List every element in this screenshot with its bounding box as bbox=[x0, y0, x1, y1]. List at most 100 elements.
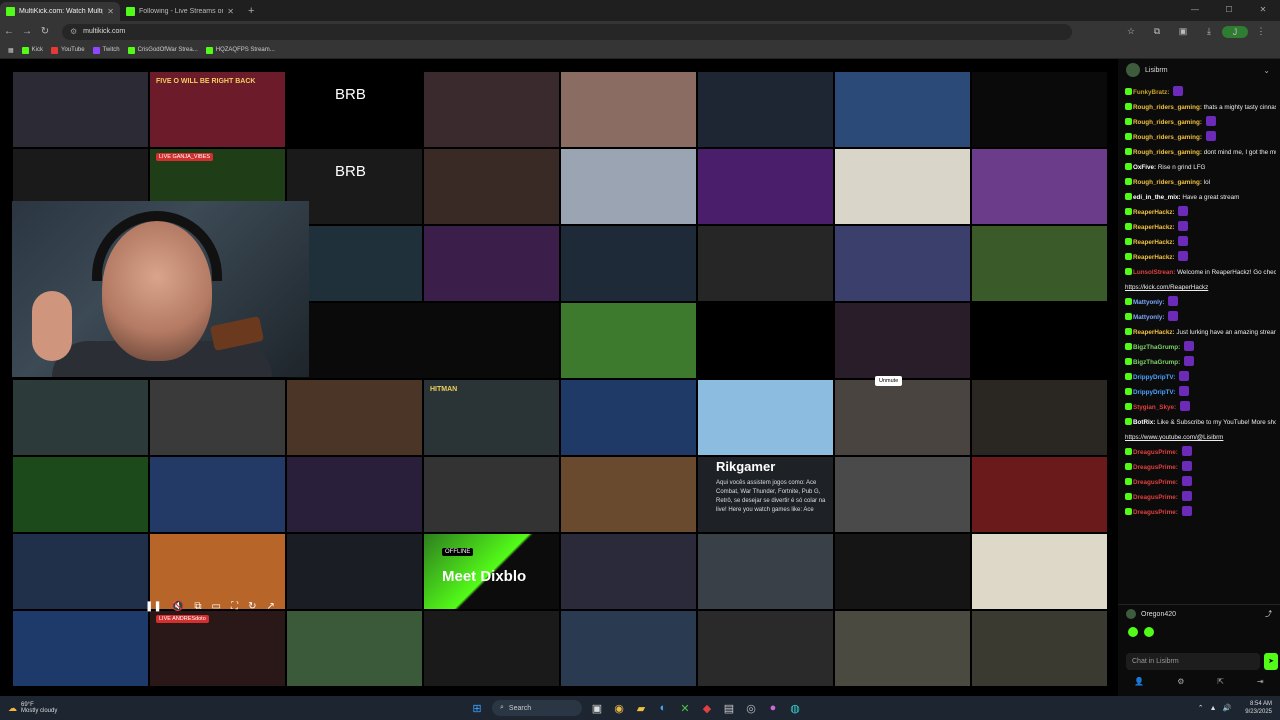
reload-stream-icon[interactable]: ↻ bbox=[248, 601, 256, 612]
chat-username[interactable]: Mattyonly: bbox=[1133, 299, 1166, 306]
stream-tile[interactable] bbox=[560, 71, 697, 148]
start-icon[interactable]: ⊞ bbox=[466, 702, 488, 715]
stream-tile[interactable] bbox=[286, 610, 423, 687]
bookmark-crisgodofwar[interactable]: CrisGodOfWar Strea... bbox=[127, 46, 198, 54]
chat-username[interactable]: DreagusPrime: bbox=[1133, 464, 1180, 471]
stream-tile[interactable] bbox=[149, 456, 286, 533]
stream-tile[interactable]: FIVE O WILL BE RIGHT BACK bbox=[149, 71, 286, 148]
chat-username[interactable]: DreagusPrime: bbox=[1133, 494, 1180, 501]
stream-tile[interactable] bbox=[834, 533, 971, 610]
stream-tile[interactable] bbox=[834, 148, 971, 225]
chat-username[interactable]: BotRix: bbox=[1133, 419, 1157, 426]
chat-username[interactable]: Mattyonly: bbox=[1133, 314, 1166, 321]
chat-input[interactable]: Chat in Lisibrm bbox=[1126, 653, 1260, 670]
stream-tile[interactable] bbox=[560, 302, 697, 379]
chat-username[interactable]: DrippyDripTV: bbox=[1133, 374, 1177, 381]
chat-header[interactable]: Lisibrm ⌄ bbox=[1118, 59, 1280, 81]
chat-link[interactable]: https://www.youtube.com/@Lisibrm bbox=[1125, 434, 1223, 441]
stream-tile[interactable] bbox=[560, 533, 697, 610]
chat-username[interactable]: DreagusPrime: bbox=[1133, 509, 1180, 516]
pinned-user[interactable]: Oregon420 ⤴ bbox=[1118, 605, 1280, 623]
stream-tile[interactable] bbox=[971, 302, 1108, 379]
taskbar-search[interactable]: ⌕ Search bbox=[492, 700, 582, 716]
stream-tile[interactable] bbox=[697, 148, 834, 225]
stream-tile[interactable] bbox=[149, 379, 286, 456]
more-icon[interactable]: ⤴ bbox=[1265, 609, 1272, 619]
chat-username[interactable]: DreagusPrime: bbox=[1133, 449, 1180, 456]
chat-username[interactable]: ReaperHackz: bbox=[1133, 329, 1176, 336]
chat-username[interactable]: FunkyBratz: bbox=[1133, 89, 1171, 96]
stream-tile[interactable] bbox=[834, 71, 971, 148]
network-icon[interactable]: ▲ bbox=[1210, 705, 1217, 712]
site-info-icon[interactable]: ⚙ bbox=[70, 27, 77, 36]
stream-tile[interactable] bbox=[697, 302, 834, 379]
task-view-icon[interactable]: ▣ bbox=[586, 702, 608, 715]
pause-icon[interactable]: ❚❚ bbox=[145, 601, 162, 612]
stream-tile[interactable] bbox=[423, 148, 560, 225]
reload-icon[interactable]: ↻ bbox=[36, 26, 54, 37]
menu-icon[interactable]: ⋮ bbox=[1248, 26, 1274, 38]
stream-tile[interactable]: LIVE ANDRESdoto bbox=[149, 610, 286, 687]
back-icon[interactable]: ← bbox=[0, 26, 18, 37]
chat-username[interactable]: LunsolStrean: bbox=[1133, 269, 1177, 276]
new-tab-button[interactable]: + bbox=[240, 2, 262, 21]
stream-tile[interactable] bbox=[834, 456, 971, 533]
clock[interactable]: 8:54 AM 9/23/2025 bbox=[1245, 700, 1272, 716]
stream-tile[interactable] bbox=[286, 533, 423, 610]
apps-icon[interactable]: ▦ bbox=[8, 47, 14, 54]
stream-tile[interactable] bbox=[971, 533, 1108, 610]
stream-tile[interactable] bbox=[834, 610, 971, 687]
stream-tile[interactable] bbox=[286, 456, 423, 533]
browser-icon[interactable]: ◍ bbox=[784, 702, 806, 715]
chat-username[interactable]: OxFive: bbox=[1133, 164, 1158, 171]
featured-stream[interactable] bbox=[12, 201, 309, 377]
bookmark-kick[interactable]: Kick bbox=[21, 46, 43, 54]
forward-icon[interactable]: → bbox=[18, 26, 36, 37]
chrome-icon[interactable]: ◉ bbox=[608, 702, 630, 715]
app-icon[interactable]: ◆ bbox=[696, 702, 718, 715]
chat-username[interactable]: ReaperHackz: bbox=[1133, 209, 1176, 216]
edge-icon[interactable]: ◐ bbox=[652, 702, 674, 714]
stream-tile[interactable] bbox=[971, 610, 1108, 687]
terminal-icon[interactable]: ▤ bbox=[718, 702, 740, 715]
stream-tile[interactable]: OFFLINE Meet Dixblo bbox=[423, 533, 560, 610]
pip-icon[interactable]: ⧉ bbox=[194, 601, 201, 612]
stream-tile[interactable] bbox=[971, 379, 1108, 456]
emote-icon[interactable] bbox=[1128, 627, 1138, 637]
popout-chat-icon[interactable]: ⇱ bbox=[1217, 677, 1224, 695]
popout-icon[interactable]: ↗ bbox=[267, 601, 275, 612]
theater-icon[interactable]: ▭ bbox=[212, 601, 221, 612]
stream-tile[interactable] bbox=[12, 379, 149, 456]
stream-tile[interactable]: BRB bbox=[286, 71, 423, 148]
bookmark-twitch[interactable]: Twitch bbox=[92, 46, 120, 54]
chat-username[interactable]: edi_in_the_mix: bbox=[1133, 194, 1182, 201]
profile-avatar[interactable]: J bbox=[1222, 25, 1248, 38]
stream-tile[interactable] bbox=[971, 71, 1108, 148]
stream-tile[interactable] bbox=[834, 302, 971, 379]
chat-username[interactable]: Rough_riders_gaming: bbox=[1133, 149, 1204, 156]
download-icon[interactable]: ⤓ bbox=[1196, 26, 1222, 38]
chat-username[interactable]: BigzThaGrump: bbox=[1133, 344, 1182, 351]
stream-tile[interactable] bbox=[423, 71, 560, 148]
stream-tile[interactable] bbox=[560, 456, 697, 533]
tray-chevron-icon[interactable]: ⌃ bbox=[1198, 704, 1204, 712]
chat-username[interactable]: Rough_riders_gaming: bbox=[1133, 179, 1204, 186]
chat-username[interactable]: DreagusPrime: bbox=[1133, 479, 1180, 486]
bookmark-hqzaqfps[interactable]: HQZAQFPS Stream... bbox=[205, 46, 275, 54]
chat-username[interactable]: ReaperHackz: bbox=[1133, 224, 1176, 231]
stream-tile[interactable] bbox=[12, 533, 149, 610]
stream-tile[interactable] bbox=[423, 610, 560, 687]
stream-tile[interactable] bbox=[834, 379, 971, 456]
bookmark-star-icon[interactable]: ☆ bbox=[1118, 26, 1144, 38]
maximize-icon[interactable]: ☐ bbox=[1212, 0, 1246, 20]
mute-icon[interactable]: 🔇 bbox=[172, 601, 184, 612]
stream-tile[interactable] bbox=[560, 225, 697, 302]
chat-username[interactable]: DrippyDripTV: bbox=[1133, 389, 1177, 396]
chat-username[interactable]: ReaperHackz: bbox=[1133, 239, 1176, 246]
weather-widget[interactable]: ☁ 69°F Mostly cloudy bbox=[8, 702, 57, 714]
stream-tile[interactable] bbox=[971, 456, 1108, 533]
obs-icon[interactable]: ● bbox=[762, 702, 784, 714]
stream-tile[interactable]: HITMAN bbox=[423, 379, 560, 456]
chat-link[interactable]: https://kick.com/ReaperHackz bbox=[1125, 284, 1208, 291]
steam-icon[interactable]: ◎ bbox=[740, 702, 762, 715]
